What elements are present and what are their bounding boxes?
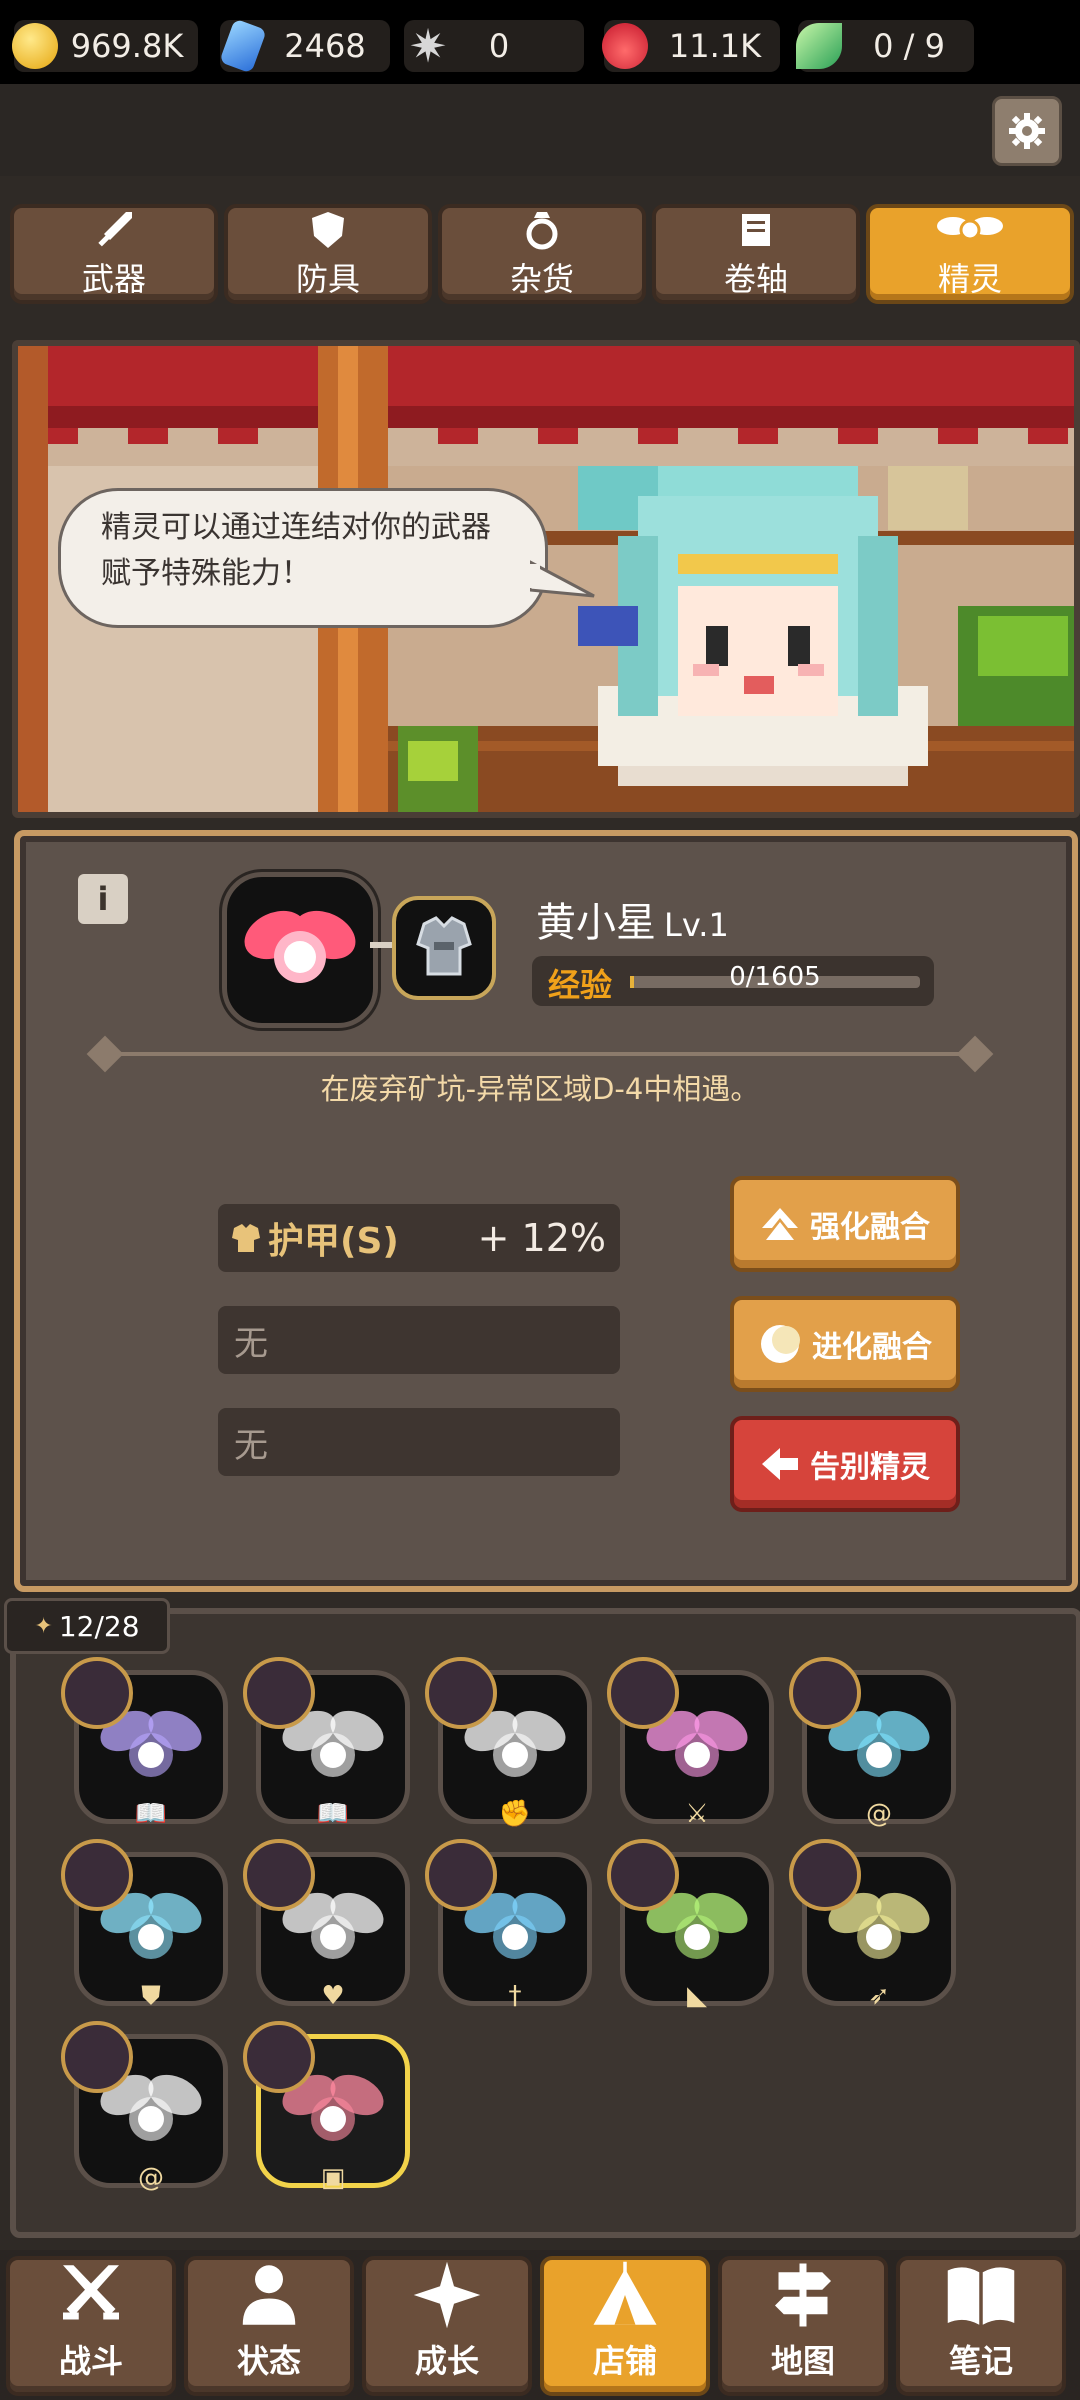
swirl-icon: @ <box>866 1799 892 1829</box>
open-book-icon <box>947 2267 1015 2325</box>
fairy-slot[interactable]: ◣ <box>607 1839 774 2011</box>
fairy-slot[interactable]: † <box>425 1839 592 2011</box>
nav-map[interactable]: 地图 <box>718 2256 888 2396</box>
sword-icon: † <box>508 1981 522 2011</box>
fairy-wings-icon: ✦ <box>34 1613 53 1639</box>
tab-weapons[interactable]: 武器 <box>10 204 218 304</box>
person-icon <box>242 2265 296 2325</box>
exp-value: 0/1605 <box>729 962 821 992</box>
heart-icon: ♥ <box>321 1981 345 2011</box>
armor-icon <box>416 916 472 976</box>
red-flame-icon <box>602 23 648 69</box>
collection-count: ✦ 12/28 <box>4 1598 170 1654</box>
shield-icon: ⛊ <box>141 1981 161 2011</box>
gear-icon <box>1009 113 1045 149</box>
fairy-name: 黄小星 Lv.1 <box>536 900 729 946</box>
enhance-fusion-button[interactable]: 强化融合 <box>730 1176 960 1272</box>
exp-label: 经验 <box>548 966 613 1004</box>
resource-flame: 11.1K <box>602 20 780 72</box>
ring-icon <box>526 212 558 250</box>
equipped-item-badge <box>789 1839 861 1911</box>
equipped-item-badge <box>61 1657 133 1729</box>
arrow-icon: ➶ <box>868 1981 890 2011</box>
fairy-slot[interactable]: 📖 <box>61 1657 228 1829</box>
sword-icon <box>98 212 132 247</box>
stat-row-3: 无 <box>218 1408 620 1476</box>
armor-stat-icon <box>232 1224 260 1252</box>
signpost-icon <box>775 2263 831 2327</box>
swirl-icon: @ <box>138 2163 164 2193</box>
fairy-slot[interactable]: ➶ <box>789 1839 956 2011</box>
equipped-item-badge <box>243 2021 315 2093</box>
fairy-slot[interactable]: ▣ <box>243 2021 410 2193</box>
linked-equipment-slot[interactable] <box>392 896 496 1000</box>
equipped-item-badge <box>425 1839 497 1911</box>
nav-growth[interactable]: 成长 <box>362 2256 532 2396</box>
equipped-item-badge <box>607 1839 679 1911</box>
farewell-fairy-button[interactable]: 告别精灵 <box>730 1416 960 1512</box>
fairy-slot[interactable]: ✊ <box>425 1657 592 1829</box>
tab-fairies[interactable]: 精灵 <box>866 204 1074 304</box>
star-shard-icon: ✷ <box>408 19 448 73</box>
resource-bar <box>0 84 1080 176</box>
crossed-swords-icon <box>63 2265 119 2320</box>
info-icon: i <box>97 880 109 918</box>
blue-gem-icon <box>219 18 267 74</box>
speech-bubble-tail <box>530 560 595 598</box>
fairy-slot[interactable]: ♥ <box>243 1839 410 2011</box>
boot-icon: ◣ <box>687 1981 707 2011</box>
equipped-item-badge <box>607 1657 679 1729</box>
resource-leaf: 0 / 9 <box>796 20 974 72</box>
gold-coin-icon <box>12 23 58 69</box>
divider <box>100 1052 980 1056</box>
stat-row-2: 无 <box>218 1306 620 1374</box>
tab-scrolls[interactable]: 卷轴 <box>652 204 860 304</box>
moon-icon <box>761 1325 800 1363</box>
equipped-item-badge <box>243 1657 315 1729</box>
speech-bubble: 精灵可以通过连结对你的武器赋予特殊能力！ <box>58 488 548 628</box>
fairy-slot[interactable]: ⚔ <box>607 1657 774 1829</box>
nav-notes[interactable]: 笔记 <box>896 2256 1066 2396</box>
arrow-up-icon <box>762 1208 798 1240</box>
nav-shop[interactable]: 店铺 <box>540 2256 710 2396</box>
fairy-slot[interactable]: ⛊ <box>61 1839 228 2011</box>
stat-row-1: 护甲(S) + 12% <box>218 1204 620 1272</box>
fist-icon: ✊ <box>498 1799 532 1829</box>
info-button[interactable]: i <box>78 874 128 924</box>
equipped-item-badge <box>61 2021 133 2093</box>
link-connector <box>370 942 392 948</box>
resource-gold: 969.8K <box>12 20 198 72</box>
book-icon: 📖 <box>316 1799 350 1829</box>
book-icon: 📖 <box>134 1799 168 1829</box>
evolve-fusion-button[interactable]: 进化融合 <box>730 1296 960 1392</box>
fairy-slot[interactable]: @ <box>789 1657 956 1829</box>
fairy-wings-icon <box>937 217 1003 241</box>
green-leaf-icon <box>796 23 842 69</box>
encounter-location: 在废弃矿坑-异常区域D-4中相遇。 <box>320 1072 760 1106</box>
tab-goods[interactable]: 杂货 <box>438 204 646 304</box>
equipped-item-badge <box>243 1839 315 1911</box>
scroll-icon <box>742 214 770 246</box>
resource-gem: 2468 <box>219 18 390 74</box>
arrow-left-icon <box>762 1448 798 1480</box>
equipped-item-badge <box>789 1657 861 1729</box>
tab-armor[interactable]: 防具 <box>224 204 432 304</box>
equipped-item-badge <box>425 1657 497 1729</box>
resource-shard: ✷ 0 <box>404 20 584 72</box>
armor-icon: ▣ <box>320 2163 346 2193</box>
fairy-portrait <box>222 872 378 1028</box>
tent-icon <box>593 2261 657 2325</box>
nav-status[interactable]: 状态 <box>184 2256 354 2396</box>
fairy-slot[interactable]: @ <box>61 2021 228 2193</box>
sparkle-icon <box>413 2261 481 2329</box>
equipped-item-badge <box>61 1839 133 1911</box>
settings-button[interactable] <box>992 96 1062 166</box>
shield-icon <box>312 212 344 248</box>
red-fairy-icon <box>244 910 356 983</box>
nav-battle[interactable]: 战斗 <box>6 2256 176 2396</box>
fairy-slot[interactable]: 📖 <box>243 1657 410 1829</box>
sword-target-icon: ⚔ <box>685 1799 709 1829</box>
